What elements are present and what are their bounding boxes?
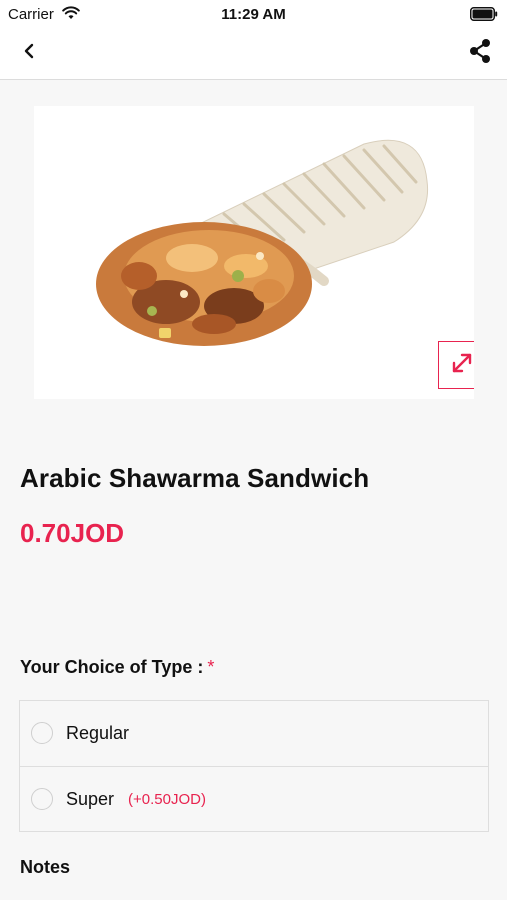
expand-image-button[interactable] (438, 341, 474, 389)
navigation-bar (0, 28, 507, 80)
expand-icon (449, 350, 474, 381)
product-price: 0.70JOD (20, 518, 125, 548)
notes-label: Notes (20, 857, 71, 877)
status-bar: Carrier 11:29 AM (0, 0, 507, 28)
option-regular[interactable]: Regular (20, 701, 488, 766)
status-time: 11:29 AM (221, 6, 286, 23)
radio-button[interactable] (31, 788, 53, 810)
option-super[interactable]: Super (+0.50JOD) (20, 766, 488, 831)
back-button[interactable] (14, 40, 44, 66)
choice-label-text: Your Choice of Type : (20, 657, 204, 677)
share-icon (468, 38, 492, 69)
radio-button[interactable] (31, 722, 53, 744)
option-extra-price: (+0.50JOD) (128, 790, 206, 808)
product-title: Arabic Shawarma Sandwich (20, 463, 370, 493)
shawarma-wrap-photo (96, 139, 429, 346)
option-label: Regular (66, 723, 130, 743)
battery-icon (470, 7, 498, 26)
product-image[interactable] (34, 106, 474, 399)
choice-label: Your Choice of Type : * (20, 657, 214, 678)
option-label: Super (66, 788, 115, 809)
share-button[interactable] (465, 38, 495, 68)
required-marker: * (207, 657, 215, 677)
chevron-left-icon (23, 42, 35, 65)
type-options: Regular Super (+0.50JOD) (19, 700, 489, 832)
